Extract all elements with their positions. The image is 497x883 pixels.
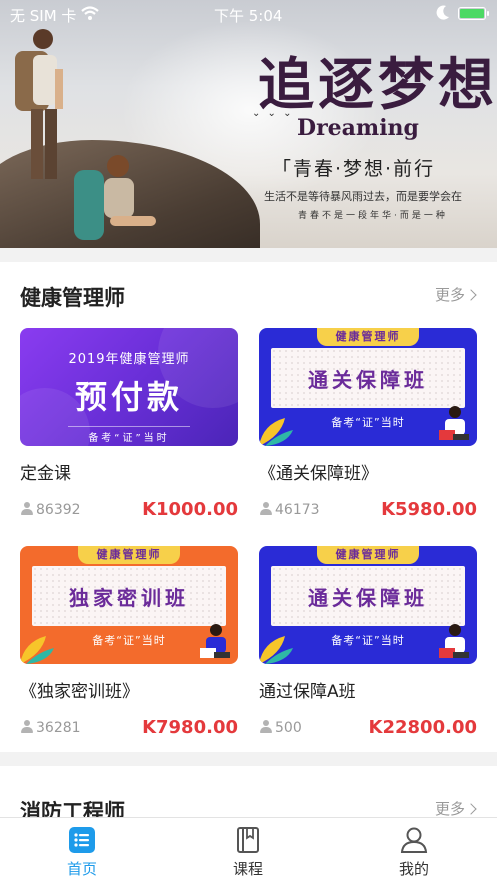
viewer-count-value: 500	[275, 720, 302, 736]
course-thumbnail: 2019年健康管理师 预付款 备考“证”当时	[20, 328, 238, 446]
reader-illustration-icon	[439, 624, 469, 658]
wifi-icon	[81, 6, 99, 20]
birds-decoration: ⌄ ⌄ ⌄	[252, 108, 294, 119]
leaf-icon	[259, 636, 293, 664]
tab-home[interactable]: 首页	[22, 818, 142, 883]
reader-illustration-icon	[200, 624, 230, 658]
thumb-ribbon: 健康管理师	[317, 328, 419, 346]
thumb-headline: 预付款	[74, 378, 183, 416]
course-meta: 86392 K1000.00	[20, 499, 238, 521]
course-meta: 46173 K5980.00	[259, 499, 477, 521]
tab-label: 课程	[232, 860, 263, 878]
thumb-headline: 独家密训班	[69, 586, 189, 610]
course-card[interactable]: 健康管理师 独家密训班 备考“证”当时 《独家密训班》 36281 K7980.…	[20, 546, 238, 738]
course-title: 《独家密训班》	[20, 682, 139, 702]
bottom-tab-bar: 首页 课程 我的	[0, 817, 497, 883]
person-icon	[20, 720, 34, 733]
thumb-tagline: 备考“证”当时	[68, 426, 190, 444]
tab-profile[interactable]: 我的	[354, 818, 474, 883]
course-price: K22800.00	[368, 717, 477, 738]
moon-icon	[436, 5, 449, 20]
carrier-label: 无 SIM 卡	[10, 7, 77, 25]
thumb-panel: 独家密训班	[32, 566, 226, 626]
home-list-icon	[69, 827, 95, 853]
banner-subtitle: Dreaming	[297, 115, 419, 141]
person-icon	[20, 502, 34, 515]
hiker-standing-image	[15, 29, 63, 179]
course-card[interactable]: 2019年健康管理师 预付款 备考“证”当时 定金课 86392 K1000.0…	[20, 328, 238, 520]
more-link[interactable]: 更多	[434, 798, 477, 819]
course-card[interactable]: 健康管理师 通关保障班 备考“证”当时 通过保障A班 500 K22800.00	[259, 546, 477, 738]
section-health-manager: 健康管理师 更多 2019年健康管理师 预付款 备考“证”当时 定金课 8639…	[0, 262, 497, 752]
course-thumbnail: 健康管理师 独家密训班 备考“证”当时	[20, 546, 238, 664]
status-bar: 无 SIM 卡 下午 5:04	[0, 0, 497, 28]
course-title: 通过保障A班	[259, 682, 356, 702]
battery-icon	[458, 7, 489, 20]
viewer-count: 500	[259, 719, 302, 736]
tab-courses[interactable]: 课程	[188, 818, 308, 883]
viewer-count-value: 46173	[275, 502, 320, 518]
course-meta: 500 K22800.00	[259, 717, 477, 739]
thumb-headline: 通关保障班	[308, 586, 428, 610]
promo-banner[interactable]: 追逐梦想 ⌄ ⌄ ⌄ Dreaming 「青春·梦想·前行 生活不是等待暴风雨过…	[0, 0, 497, 248]
hiker-sitting-image	[74, 155, 156, 240]
thumb-panel: 通关保障班	[271, 348, 465, 408]
profile-icon	[400, 827, 428, 853]
reader-illustration-icon	[439, 406, 469, 440]
thumb-headline: 通关保障班	[308, 368, 428, 392]
banner-title: 追逐梦想	[258, 52, 497, 118]
viewer-count: 86392	[20, 501, 81, 518]
tab-label: 我的	[398, 860, 429, 878]
clock: 下午 5:04	[214, 7, 283, 25]
viewer-count-value: 86392	[36, 502, 81, 518]
course-price: K7980.00	[142, 717, 238, 738]
thumb-year: 2019年健康管理师	[68, 352, 190, 367]
course-price: K5980.00	[381, 499, 477, 520]
person-icon	[259, 502, 273, 515]
viewer-count: 46173	[259, 501, 320, 518]
course-thumbnail: 健康管理师 通关保障班 备考“证”当时	[259, 546, 477, 664]
tab-label: 首页	[66, 860, 97, 878]
more-link[interactable]: 更多	[434, 284, 477, 305]
thumb-ribbon: 健康管理师	[317, 546, 419, 564]
course-title: 《通关保障班》	[259, 464, 378, 484]
course-meta: 36281 K7980.00	[20, 717, 238, 739]
course-card[interactable]: 健康管理师 通关保障班 备考“证”当时 《通关保障班》 46173 K5980.…	[259, 328, 477, 520]
chevron-right-icon	[465, 289, 477, 301]
leaf-icon	[20, 636, 54, 664]
course-thumbnail: 健康管理师 通关保障班 备考“证”当时	[259, 328, 477, 446]
viewer-count: 36281	[20, 719, 81, 736]
chevron-right-icon	[465, 803, 477, 815]
viewer-count-value: 36281	[36, 720, 81, 736]
course-title: 定金课	[20, 464, 71, 484]
app-screen: 追逐梦想 ⌄ ⌄ ⌄ Dreaming 「青春·梦想·前行 生活不是等待暴风雨过…	[0, 0, 497, 883]
banner-caption-2: 青春不是一段年华·而是一种	[298, 211, 448, 221]
banner-caption-1: 生活不是等待暴风雨过去，而是要学会在	[264, 190, 462, 203]
book-icon	[237, 827, 259, 853]
section-title: 健康管理师	[20, 286, 125, 310]
person-icon	[259, 720, 273, 733]
leaf-icon	[259, 418, 293, 446]
thumb-ribbon: 健康管理师	[78, 546, 180, 564]
more-label: 更多	[434, 286, 465, 304]
banner-slogan: 「青春·梦想·前行	[272, 158, 436, 180]
course-price: K1000.00	[142, 499, 238, 520]
more-label: 更多	[434, 800, 465, 818]
thumb-panel: 通关保障班	[271, 566, 465, 626]
